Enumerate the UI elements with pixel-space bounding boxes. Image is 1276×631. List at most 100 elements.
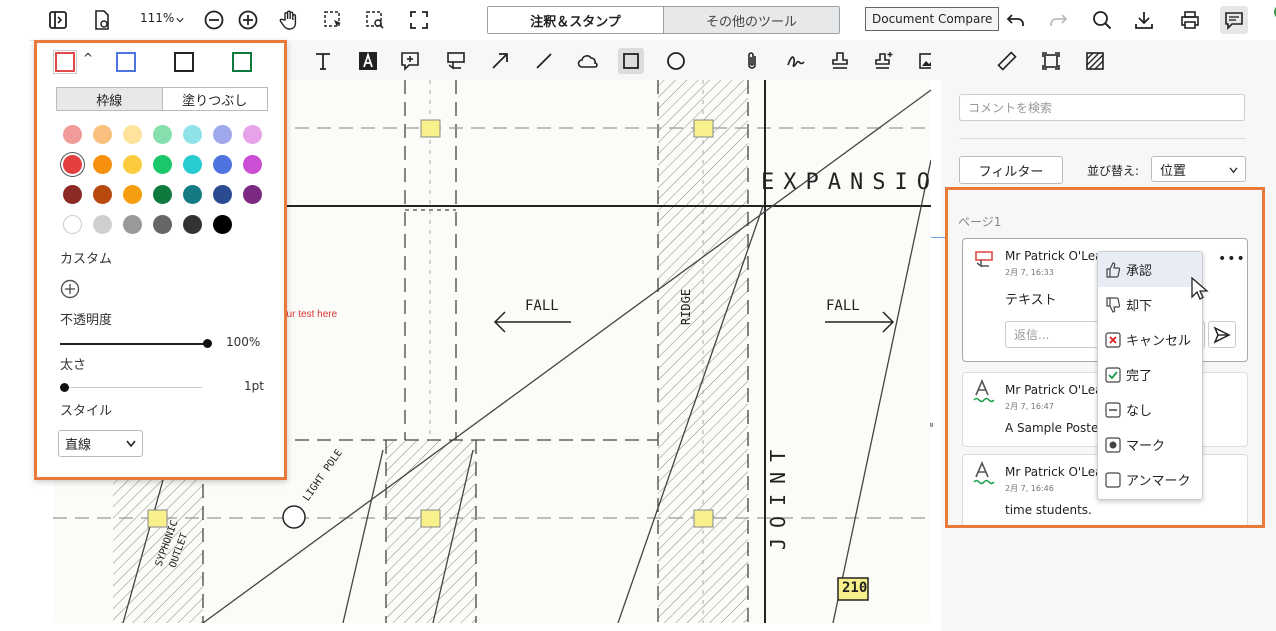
color-swatch[interactable]	[123, 185, 142, 204]
redo-icon[interactable]	[1044, 6, 1072, 34]
color-swatch[interactable]	[63, 155, 82, 174]
color-swatch[interactable]	[93, 155, 112, 174]
zoom-dropdown-icon[interactable]	[172, 6, 188, 34]
color-swatch[interactable]	[63, 185, 82, 204]
zoom-in-icon[interactable]	[234, 6, 262, 34]
check-box-icon	[1105, 366, 1121, 383]
color-swatch[interactable]	[183, 215, 202, 234]
filter-button[interactable]: フィルター	[959, 156, 1063, 184]
print-icon[interactable]	[1176, 6, 1204, 34]
color-swatch[interactable]	[183, 185, 202, 204]
color-swatch[interactable]	[63, 215, 82, 234]
color-swatch[interactable]	[213, 125, 232, 144]
color-swatch[interactable]	[213, 215, 232, 234]
text-tool-icon[interactable]	[310, 48, 336, 74]
tab-annotate-stamp[interactable]: 注釈＆スタンプ	[488, 7, 663, 33]
hatched-column-bottom	[386, 440, 476, 623]
annotation-toolbar	[285, 40, 937, 80]
select-area-icon[interactable]	[319, 6, 347, 34]
undo-icon[interactable]	[1002, 6, 1030, 34]
comment-author: Mr Patrick O'Lea	[1005, 249, 1103, 263]
fall-right-label: FALL	[826, 298, 860, 314]
sidebar-toggle-icon[interactable]	[44, 6, 72, 34]
color-swatch[interactable]	[153, 215, 172, 234]
send-reply-button[interactable]	[1208, 321, 1236, 348]
color-swatch[interactable]	[153, 125, 172, 144]
text-annotation-icon	[972, 460, 996, 491]
menu-item-label: アンマーク	[1126, 474, 1191, 489]
search-icon[interactable]	[1088, 6, 1116, 34]
document-settings-icon[interactable]	[88, 6, 116, 34]
color-swatch[interactable]	[183, 125, 202, 144]
send-icon	[1213, 325, 1231, 344]
zoom-level[interactable]: 111%	[140, 11, 174, 25]
color-swatch[interactable]	[243, 125, 262, 144]
document-compare-button[interactable]: Document Compare	[865, 7, 1000, 31]
comment-search-input[interactable]: コメントを検索	[959, 94, 1245, 121]
attachment-tool-icon[interactable]	[739, 48, 765, 74]
stamp-tool-icon[interactable]	[827, 48, 853, 74]
area-measure-icon[interactable]	[1038, 48, 1064, 74]
measure-tool-icon[interactable]	[994, 48, 1020, 74]
color-swatch[interactable]	[243, 185, 262, 204]
chevron-up-icon[interactable]: ^	[83, 51, 93, 65]
thickness-slider-thumb[interactable]	[60, 383, 69, 392]
expansion-label: EXPANSIO	[761, 170, 931, 195]
marquee-zoom-icon[interactable]	[361, 6, 389, 34]
custom-stamp-tool-icon[interactable]	[871, 48, 897, 74]
comment-date: 2月 7, 16:47	[1005, 402, 1054, 411]
line-tool-icon[interactable]	[531, 48, 557, 74]
free-text-tool-icon[interactable]	[355, 48, 381, 74]
color-swatch[interactable]	[123, 215, 142, 234]
test-text-annotation[interactable]: our test here	[281, 309, 337, 320]
color-swatch[interactable]	[183, 155, 202, 174]
ellipse-tool-icon[interactable]	[663, 48, 689, 74]
color-swatch[interactable]	[213, 185, 232, 204]
menu-item-approve[interactable]: 承認	[1098, 252, 1202, 287]
color-swatch[interactable]	[213, 155, 232, 174]
signature-tool-icon[interactable]	[783, 48, 809, 74]
menu-item-cancel[interactable]: キャンセル	[1098, 322, 1202, 357]
color-swatch[interactable]	[123, 155, 142, 174]
menu-item-unmark[interactable]: アンマーク	[1098, 462, 1202, 497]
add-custom-color-icon[interactable]	[60, 279, 80, 303]
menu-item-none[interactable]: なし	[1098, 392, 1202, 427]
stroke-color-blue[interactable]	[116, 52, 136, 72]
more-options-icon[interactable]: •••	[1218, 251, 1246, 267]
download-icon[interactable]	[1130, 6, 1158, 34]
color-swatch[interactable]	[153, 155, 172, 174]
resize-handle[interactable]: ⏸	[929, 420, 934, 431]
line-style-select[interactable]: 直線	[58, 430, 143, 457]
tab-other-tools[interactable]: その他のツール	[663, 7, 839, 33]
color-swatch[interactable]	[93, 125, 112, 144]
rectangle-tool-icon[interactable]	[618, 48, 644, 74]
color-swatch[interactable]	[153, 185, 172, 204]
stroke-color-black[interactable]	[174, 52, 194, 72]
zoom-out-icon[interactable]	[200, 6, 228, 34]
stroke-color-red[interactable]	[53, 50, 77, 74]
tab-stroke[interactable]: 枠線	[57, 88, 162, 110]
color-swatch[interactable]	[93, 185, 112, 204]
opacity-slider-thumb[interactable]	[203, 339, 212, 348]
sort-value: 位置	[1160, 163, 1187, 179]
arrow-tool-icon[interactable]	[487, 48, 513, 74]
pan-hand-icon[interactable]	[275, 6, 303, 34]
thickness-slider-track[interactable]	[60, 383, 202, 392]
tab-fill[interactable]: 塗りつぶし	[161, 88, 267, 110]
menu-item-complete[interactable]: 完了	[1098, 357, 1202, 392]
callout-tool-icon[interactable]	[443, 48, 469, 74]
comments-panel-icon[interactable]	[1220, 6, 1248, 34]
opacity-slider-track[interactable]	[60, 339, 212, 348]
fullscreen-icon[interactable]	[405, 6, 433, 34]
color-swatch[interactable]	[123, 125, 142, 144]
hatch-tool-icon[interactable]	[1082, 48, 1108, 74]
menu-item-reject[interactable]: 却下	[1098, 287, 1202, 322]
menu-item-mark[interactable]: マーク	[1098, 427, 1202, 462]
color-swatch[interactable]	[243, 155, 262, 174]
stroke-color-green[interactable]	[232, 52, 252, 72]
cloud-tool-icon[interactable]	[575, 48, 601, 74]
color-swatch[interactable]	[93, 215, 112, 234]
sort-select[interactable]: 位置	[1151, 156, 1246, 182]
note-tool-icon[interactable]	[397, 48, 423, 74]
color-swatch[interactable]	[63, 125, 82, 144]
